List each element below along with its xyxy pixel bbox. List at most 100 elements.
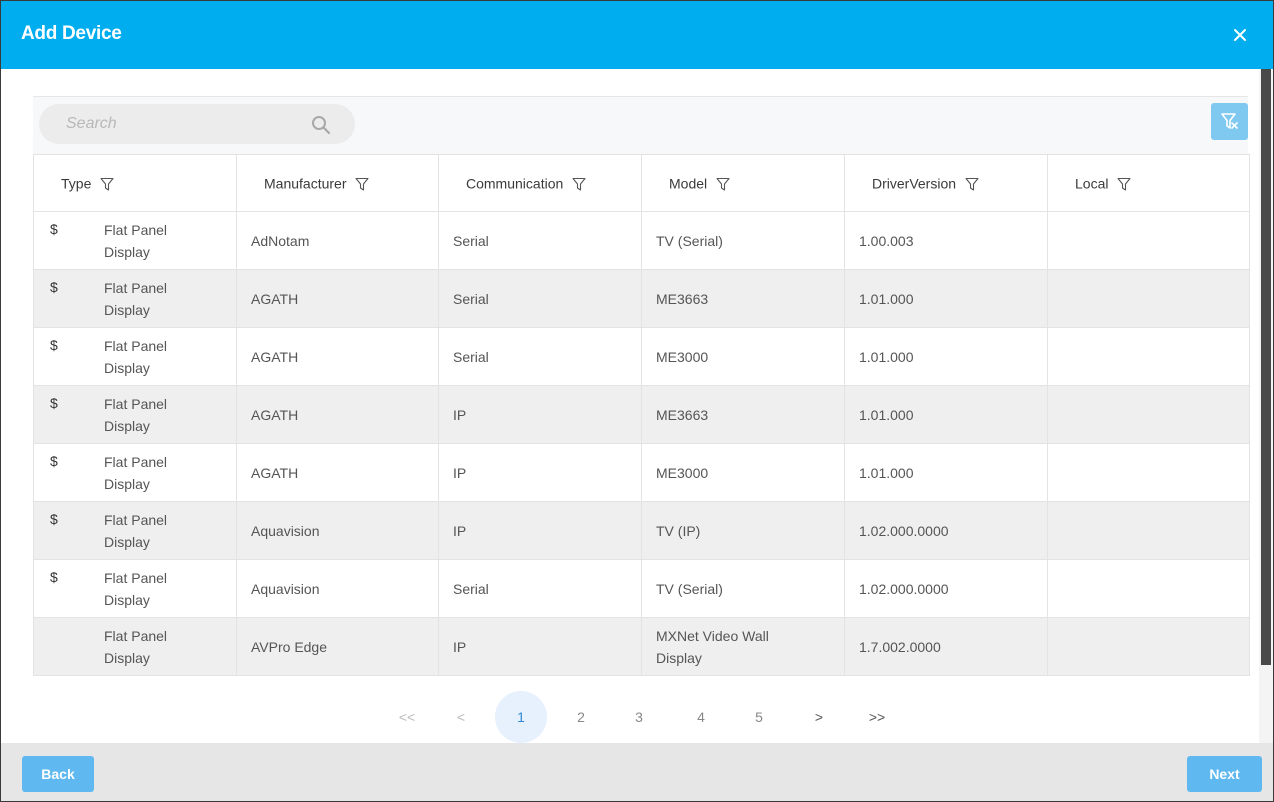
filter-icon[interactable] bbox=[716, 177, 730, 191]
paid-indicator: $ bbox=[50, 453, 58, 469]
page-button-4[interactable]: 4 bbox=[675, 691, 727, 743]
cell-model: ME3000 bbox=[641, 443, 845, 502]
column-header-driverversion[interactable]: DriverVersion bbox=[844, 154, 1048, 212]
search-icon[interactable] bbox=[311, 115, 331, 135]
table-row[interactable]: $ Flat Panel Display Aquavision IP TV (IP… bbox=[33, 501, 1250, 560]
cell-communication: Serial bbox=[438, 211, 642, 270]
cell-driver-version: 1.02.000.0000 bbox=[844, 559, 1048, 618]
cell-type: Flat Panel Display bbox=[33, 617, 237, 676]
cell-communication: Serial bbox=[438, 559, 642, 618]
cell-model: ME3663 bbox=[641, 385, 845, 444]
column-header-model[interactable]: Model bbox=[641, 154, 845, 212]
page-button-3[interactable]: 3 bbox=[613, 691, 665, 743]
filter-icon[interactable] bbox=[355, 177, 370, 191]
paid-indicator: $ bbox=[50, 279, 58, 295]
cell-driver-version: 1.01.000 bbox=[844, 443, 1048, 502]
cell-local bbox=[1047, 269, 1250, 328]
cell-communication: Serial bbox=[438, 327, 642, 386]
search-input[interactable] bbox=[39, 104, 316, 144]
cell-model: ME3000 bbox=[641, 327, 845, 386]
cell-local bbox=[1047, 443, 1250, 502]
page-button-2[interactable]: 2 bbox=[555, 691, 607, 743]
last-page-button[interactable]: >> bbox=[851, 691, 903, 743]
dialog-header: Add Device bbox=[1, 1, 1273, 69]
cell-communication: IP bbox=[438, 501, 642, 560]
column-header-manufacturer[interactable]: Manufacturer bbox=[236, 154, 439, 212]
cell-communication: IP bbox=[438, 617, 642, 676]
filter-icon[interactable] bbox=[572, 177, 586, 191]
cell-manufacturer: AVPro Edge bbox=[236, 617, 439, 676]
cell-model: TV (IP) bbox=[641, 501, 845, 560]
cell-type: $ Flat Panel Display bbox=[33, 211, 237, 270]
paid-indicator: $ bbox=[50, 569, 58, 585]
cell-driver-version: 1.01.000 bbox=[844, 269, 1048, 328]
cell-manufacturer: Aquavision bbox=[236, 501, 439, 560]
cell-type: $ Flat Panel Display bbox=[33, 385, 237, 444]
filter-clear-button[interactable] bbox=[1211, 103, 1248, 140]
column-header-type[interactable]: Type bbox=[33, 154, 237, 212]
close-icon[interactable] bbox=[1233, 28, 1247, 42]
table-row[interactable]: $ Flat Panel Display AdNotam Serial TV (S… bbox=[33, 211, 1250, 270]
filter-icon[interactable] bbox=[1117, 177, 1132, 191]
cell-driver-version: 1.01.000 bbox=[844, 385, 1048, 444]
table-row[interactable]: $ Flat Panel Display AGATH IP ME3000 1.01… bbox=[33, 443, 1250, 502]
cell-communication: IP bbox=[438, 443, 642, 502]
first-page-button[interactable]: << bbox=[381, 691, 433, 743]
cell-communication: IP bbox=[438, 385, 642, 444]
cell-type: $ Flat Panel Display bbox=[33, 559, 237, 618]
cell-manufacturer: AGATH bbox=[236, 269, 439, 328]
prev-page-button[interactable]: < bbox=[435, 691, 487, 743]
paid-indicator: $ bbox=[50, 221, 58, 237]
table-row[interactable]: Flat Panel Display AVPro Edge IP MXNet V… bbox=[33, 617, 1250, 676]
table-row[interactable]: $ Flat Panel Display AGATH Serial ME3663 … bbox=[33, 269, 1250, 328]
cell-type: $ Flat Panel Display bbox=[33, 501, 237, 560]
cell-manufacturer: Aquavision bbox=[236, 559, 439, 618]
table-row[interactable]: $ Flat Panel Display Aquavision Serial TV… bbox=[33, 559, 1250, 618]
cell-manufacturer: AGATH bbox=[236, 385, 439, 444]
paid-indicator: $ bbox=[50, 337, 58, 353]
paid-indicator: $ bbox=[50, 395, 58, 411]
cell-type: $ Flat Panel Display bbox=[33, 327, 237, 386]
column-header-communication[interactable]: Communication bbox=[438, 154, 642, 212]
cell-driver-version: 1.01.000 bbox=[844, 327, 1048, 386]
scrollbar-thumb[interactable] bbox=[1261, 69, 1271, 665]
cell-local bbox=[1047, 501, 1250, 560]
next-button[interactable]: Next bbox=[1187, 756, 1262, 792]
paid-indicator: $ bbox=[50, 511, 58, 527]
search-box bbox=[39, 104, 355, 144]
cell-model: TV (Serial) bbox=[641, 559, 845, 618]
cell-driver-version: 1.02.000.0000 bbox=[844, 501, 1048, 560]
filter-clear-icon bbox=[1221, 113, 1238, 129]
cell-local bbox=[1047, 327, 1250, 386]
cell-local bbox=[1047, 617, 1250, 676]
filter-icon[interactable] bbox=[965, 177, 979, 191]
cell-communication: Serial bbox=[438, 269, 642, 328]
cell-manufacturer: AdNotam bbox=[236, 211, 439, 270]
dialog-title: Add Device bbox=[21, 23, 122, 44]
cell-local bbox=[1047, 211, 1250, 270]
next-page-button[interactable]: > bbox=[793, 691, 845, 743]
vertical-scrollbar[interactable] bbox=[1259, 69, 1273, 743]
add-device-dialog: Add Device Type Manuf bbox=[0, 0, 1274, 802]
back-button[interactable]: Back bbox=[22, 756, 94, 792]
cell-manufacturer: AGATH bbox=[236, 327, 439, 386]
cell-driver-version: 1.00.003 bbox=[844, 211, 1048, 270]
cell-model: MXNet Video Wall Display bbox=[641, 617, 845, 676]
cell-local bbox=[1047, 559, 1250, 618]
cell-type: $ Flat Panel Display bbox=[33, 443, 237, 502]
pagination: << < 1 2 3 4 5 > >> bbox=[381, 691, 901, 743]
column-header-local[interactable]: Local bbox=[1047, 154, 1250, 212]
cell-manufacturer: AGATH bbox=[236, 443, 439, 502]
cell-local bbox=[1047, 385, 1250, 444]
table-header-row: Type Manufacturer Communication Model Dr… bbox=[33, 154, 1250, 212]
device-table: Type Manufacturer Communication Model Dr… bbox=[33, 154, 1250, 676]
filter-icon[interactable] bbox=[100, 177, 114, 191]
page-button-1[interactable]: 1 bbox=[495, 691, 547, 743]
cell-model: ME3663 bbox=[641, 269, 845, 328]
table-row[interactable]: $ Flat Panel Display AGATH Serial ME3000 … bbox=[33, 327, 1250, 386]
cell-type: $ Flat Panel Display bbox=[33, 269, 237, 328]
cell-driver-version: 1.7.002.0000 bbox=[844, 617, 1048, 676]
page-button-5[interactable]: 5 bbox=[733, 691, 785, 743]
cell-model: TV (Serial) bbox=[641, 211, 845, 270]
table-row[interactable]: $ Flat Panel Display AGATH IP ME3663 1.01… bbox=[33, 385, 1250, 444]
